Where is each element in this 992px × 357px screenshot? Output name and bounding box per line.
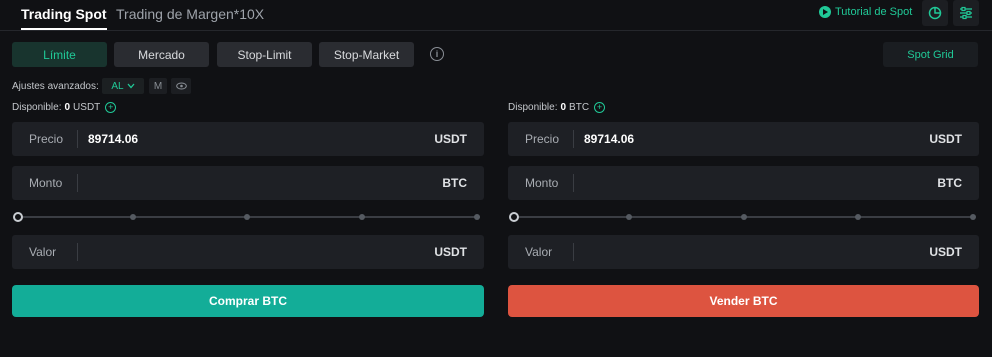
buy-amount-field: Monto BTC [12, 166, 484, 200]
slider-mark-50[interactable] [244, 214, 250, 220]
sell-amount-label: Monto [525, 176, 559, 190]
header: Trading Spot Trading de Margen*10X Tutor… [0, 0, 992, 31]
sell-price-input[interactable] [584, 122, 914, 156]
buy-button[interactable]: Comprar BTC [12, 285, 484, 317]
buy-price-label: Precio [29, 132, 64, 146]
sell-available: Disponible: 0 BTC + [508, 102, 606, 113]
buy-price-field: Precio USDT [12, 122, 484, 156]
advanced-m-option[interactable]: M [149, 78, 167, 94]
slider-mark-50[interactable] [741, 214, 747, 220]
buy-amount-input[interactable] [88, 166, 418, 200]
sell-value-unit: USDT [929, 245, 962, 259]
slider-mark-25[interactable] [626, 214, 632, 220]
slider-mark-100[interactable] [970, 214, 976, 220]
sell-price-unit: USDT [929, 132, 962, 146]
sell-value-input[interactable] [584, 235, 914, 269]
buy-amount-unit: BTC [442, 176, 467, 190]
sell-available-label: Disponible: [508, 102, 558, 113]
buy-value-unit: USDT [434, 245, 467, 259]
slider-mark-25[interactable] [130, 214, 136, 220]
order-type-limit[interactable]: Límite [12, 42, 107, 67]
buy-available-unit: USDT [73, 102, 101, 113]
sell-amount-input[interactable] [584, 166, 914, 200]
buy-amount-label: Monto [29, 176, 63, 190]
play-icon [819, 6, 831, 18]
settings-button[interactable] [953, 0, 979, 26]
sell-price-label: Precio [525, 132, 560, 146]
spot-trading-widget: Trading Spot Trading de Margen*10X Tutor… [0, 0, 992, 357]
eye-icon [175, 82, 187, 90]
tab-trading-margin[interactable]: Trading de Margen*10X [116, 6, 264, 22]
sell-available-value: 0 [560, 102, 567, 113]
tutorial-label: Tutorial de Spot [835, 6, 913, 18]
chart-button[interactable] [922, 0, 948, 26]
slider-mark-100[interactable] [474, 214, 480, 220]
tab-trading-spot[interactable]: Trading Spot [21, 6, 107, 30]
advanced-settings-label: Ajustes avanzados: [12, 81, 99, 92]
buy-available: Disponible: 0 USDT + [12, 102, 117, 113]
buy-value-input[interactable] [88, 235, 418, 269]
buy-value-field: Valor USDT [12, 235, 484, 269]
sell-available-unit: BTC [569, 102, 590, 113]
sliders-icon [960, 6, 972, 20]
sell-value-field: Valor USDT [508, 235, 979, 269]
sell-amount-unit: BTC [937, 176, 962, 190]
buy-price-unit: USDT [434, 132, 467, 146]
slider-mark-75[interactable] [855, 214, 861, 220]
sell-amount-field: Monto BTC [508, 166, 979, 200]
sell-price-field: Precio USDT [508, 122, 979, 156]
order-type-market[interactable]: Mercado [114, 42, 209, 67]
advanced-hidden-option[interactable] [171, 78, 191, 94]
chevron-down-icon [127, 83, 135, 89]
add-funds-icon[interactable]: + [594, 102, 606, 113]
order-type-stop-market[interactable]: Stop-Market [319, 42, 414, 67]
pie-chart-icon [928, 6, 942, 20]
buy-available-value: 0 [64, 102, 71, 113]
spot-grid-button[interactable]: Spot Grid [883, 42, 978, 67]
buy-price-input[interactable] [88, 122, 418, 156]
sell-value-label: Valor [525, 245, 553, 259]
add-funds-icon[interactable]: + [105, 102, 117, 113]
slider-handle[interactable] [13, 212, 23, 222]
advanced-al-label: AL [111, 80, 124, 92]
slider-handle[interactable] [509, 212, 519, 222]
sell-amount-slider[interactable] [508, 212, 979, 222]
buy-available-label: Disponible: [12, 102, 62, 113]
sell-button[interactable]: Vender BTC [508, 285, 979, 317]
slider-mark-75[interactable] [359, 214, 365, 220]
tutorial-link[interactable]: Tutorial de Spot [819, 6, 912, 18]
info-icon[interactable]: i [430, 47, 444, 61]
buy-amount-slider[interactable] [12, 212, 484, 222]
order-type-stop-limit[interactable]: Stop-Limit [217, 42, 312, 67]
advanced-al-dropdown[interactable]: AL [102, 78, 144, 94]
buy-value-label: Valor [29, 245, 57, 259]
